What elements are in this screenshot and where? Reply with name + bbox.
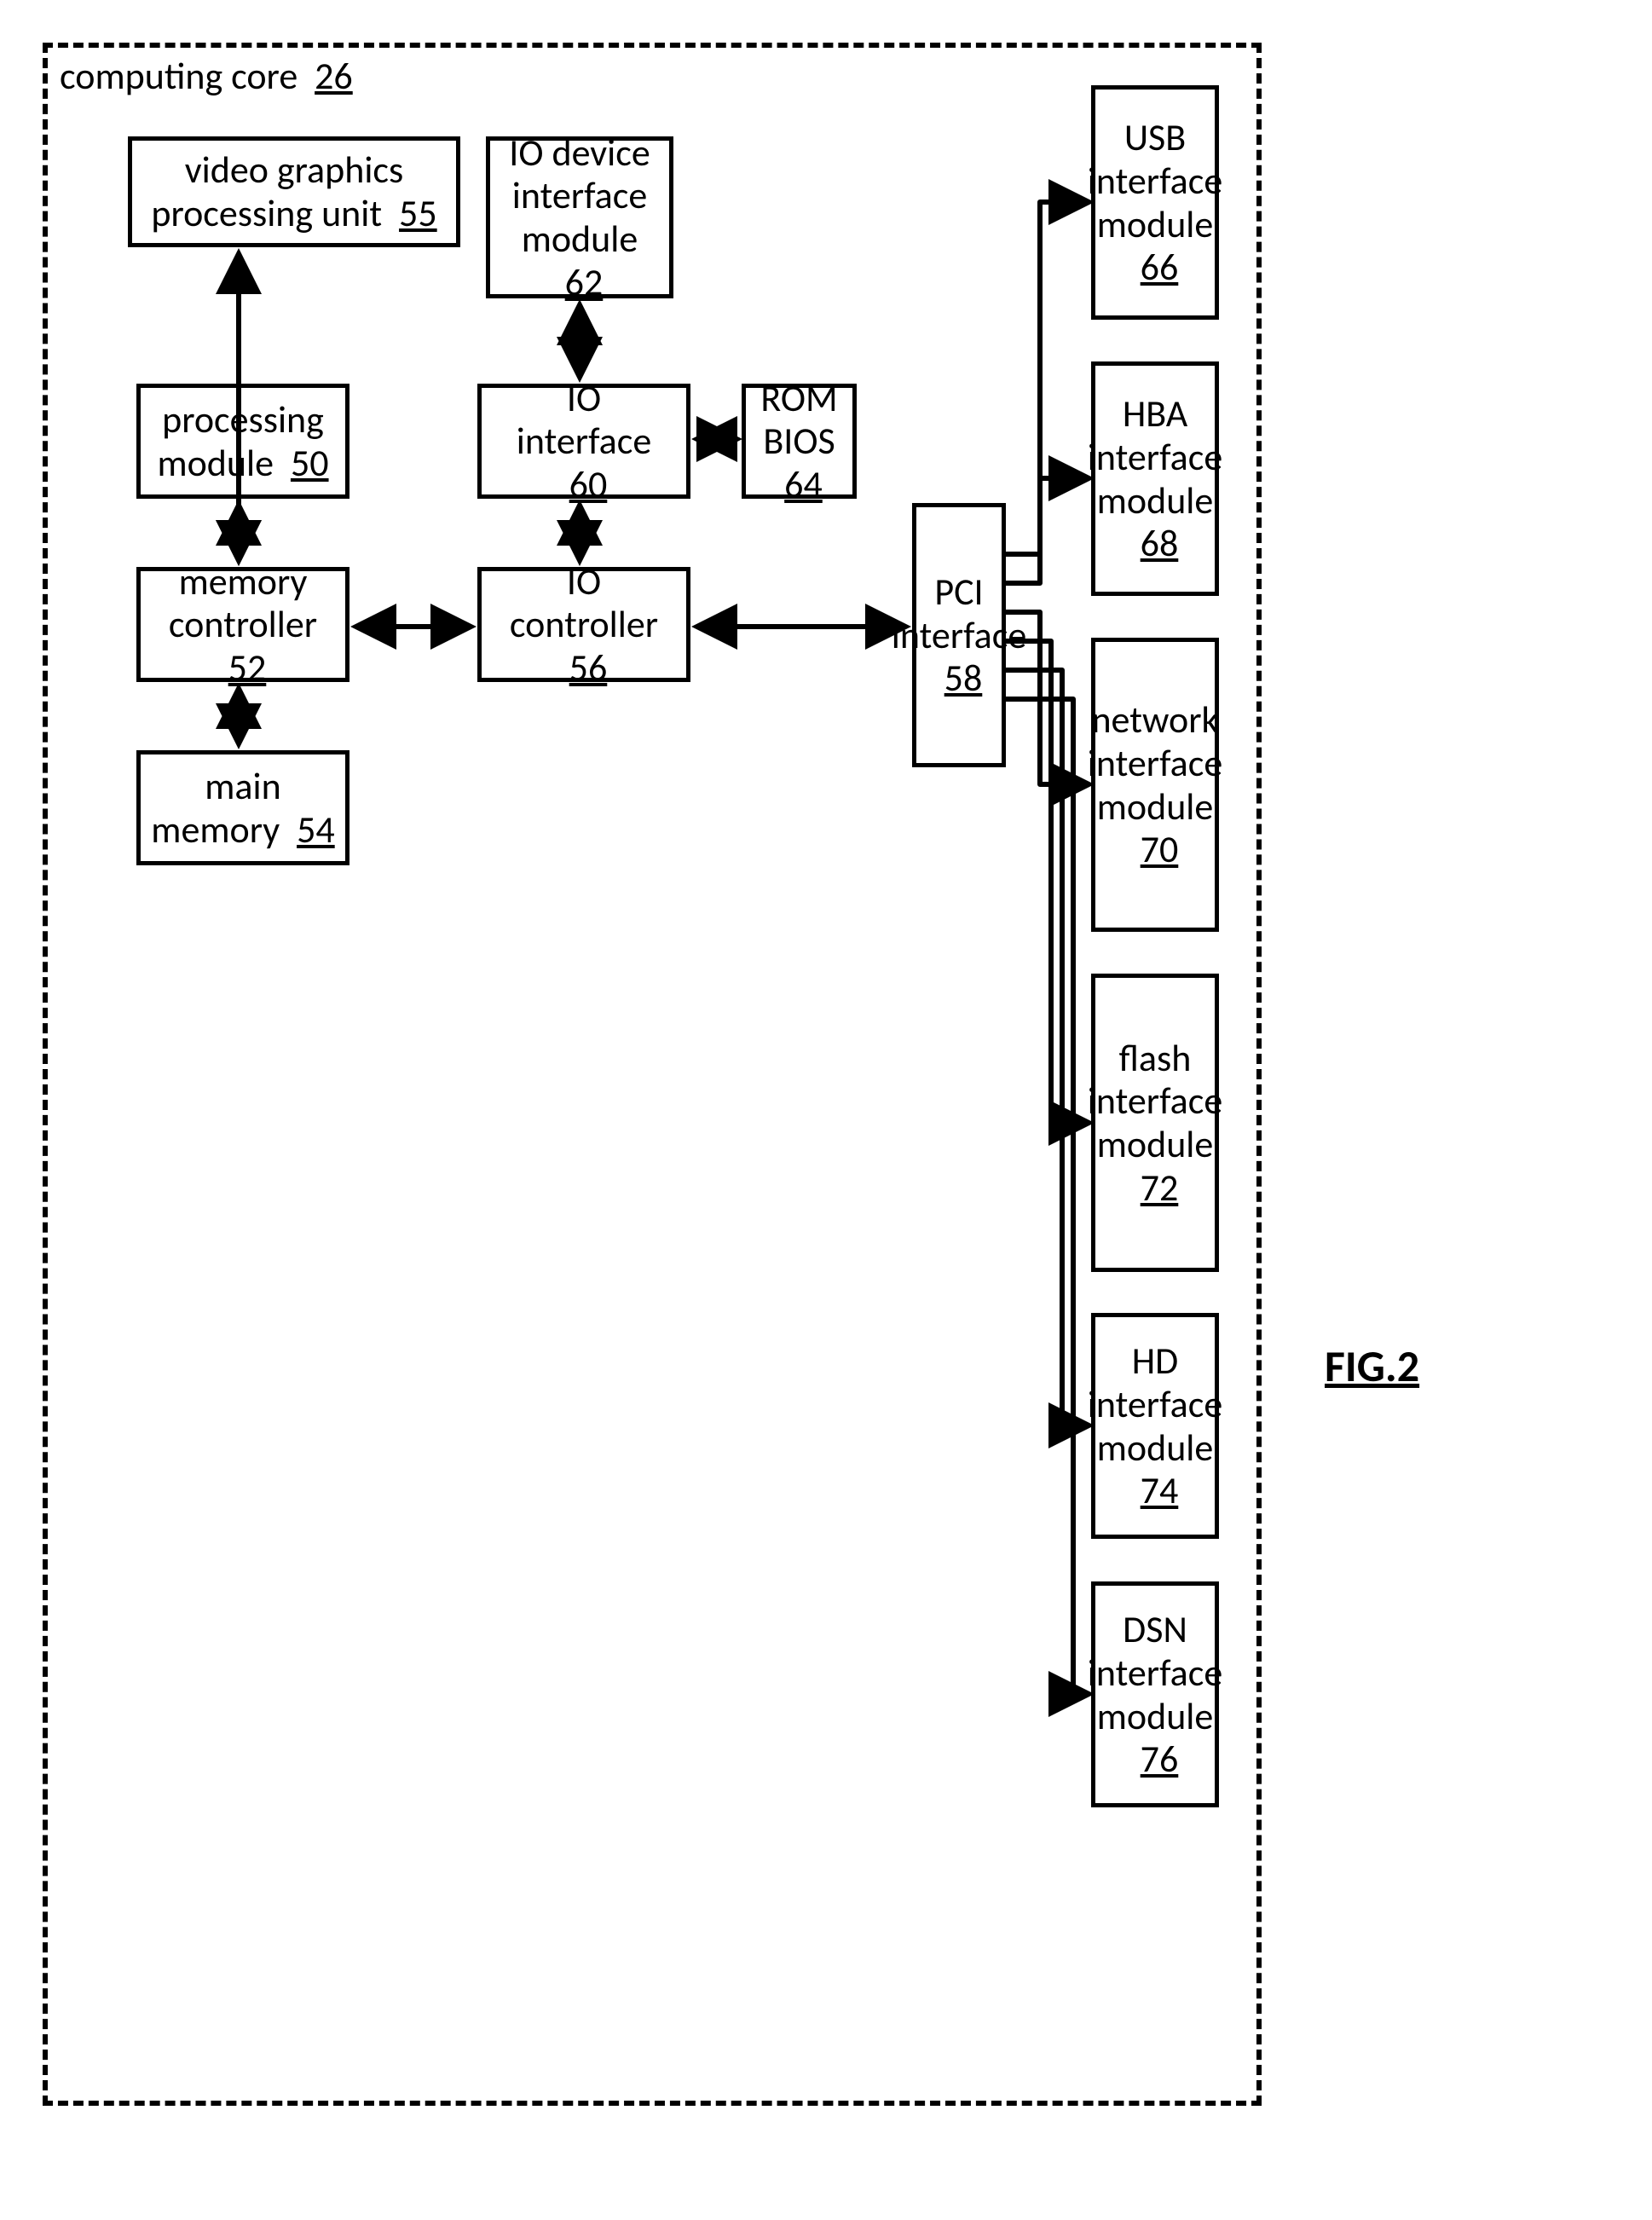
ioi-line2: interface	[517, 418, 651, 464]
video-graphics-processing-unit: video graphics processing unit 55	[128, 136, 460, 247]
dsn-interface-module: DSN interface module 76	[1091, 1581, 1219, 1807]
processing-module: processing module 50	[136, 384, 349, 499]
rom-line1: ROM	[760, 377, 837, 420]
fl-ref: 72	[1141, 1165, 1179, 1211]
pm-ref: 50	[291, 440, 329, 486]
mm-line1: main	[205, 765, 280, 808]
hba-line2: module	[1097, 477, 1214, 523]
net-line2: module	[1097, 783, 1214, 830]
iod-ref: 62	[565, 259, 604, 305]
hba-ref: 68	[1141, 520, 1179, 566]
rom-ref: 64	[784, 461, 823, 507]
network-interface-module: network interface module 70	[1091, 638, 1219, 932]
iod-line3: module	[522, 216, 638, 262]
mc-ref: 52	[228, 645, 267, 691]
ioc-line2: controller	[510, 601, 658, 647]
flash-interface-module: flash interface module 72	[1091, 974, 1219, 1272]
hd-line2: module	[1097, 1425, 1214, 1471]
pm-line2: module	[157, 440, 274, 486]
dsn-line1: DSN interface	[1088, 1608, 1222, 1694]
mc-line2: controller	[169, 601, 317, 647]
fl-line1: flash	[1119, 1037, 1192, 1080]
io-interface: IO interface 60	[477, 384, 690, 499]
vg-line2: processing unit	[151, 190, 382, 236]
frame-label-ref: 26	[315, 53, 353, 99]
pci-interface: PCI interface 58	[912, 503, 1006, 767]
rom-bios: ROM BIOS 64	[742, 384, 857, 499]
hba-line1: HBA interface	[1088, 392, 1222, 478]
iod-line2: interface	[512, 174, 647, 217]
mm-ref: 54	[297, 806, 335, 853]
pm-line1: processing	[162, 398, 324, 442]
net-line1: network interface	[1088, 698, 1222, 784]
main-memory: main memory 54	[136, 750, 349, 865]
ioc-ref: 56	[569, 645, 608, 691]
hd-line1: HD interface	[1088, 1339, 1222, 1425]
pci-ref: 58	[944, 655, 983, 701]
pci-line1: PCI interface	[892, 569, 1026, 658]
figure-label: FIG.2	[1325, 1338, 1419, 1393]
ioc-line1: IO	[567, 560, 601, 604]
rom-line2: BIOS	[763, 418, 835, 464]
computing-core-frame	[43, 43, 1262, 2106]
usb-line2: module	[1097, 201, 1214, 247]
computing-core-label: computing core 26	[60, 53, 353, 99]
vg-ref: 55	[399, 190, 437, 236]
vg-line1: video graphics	[185, 148, 404, 192]
net-ref: 70	[1141, 826, 1179, 872]
usb-interface-module: USB interface module 66	[1091, 85, 1219, 320]
dsn-ref: 76	[1141, 1736, 1179, 1782]
memory-controller: memory controller 52	[136, 567, 349, 682]
iod-line1: IO device	[509, 131, 650, 175]
dsn-line2: module	[1097, 1693, 1214, 1739]
usb-line1: USB interface	[1088, 116, 1222, 202]
usb-ref: 66	[1141, 244, 1179, 290]
ioi-ref: 60	[569, 461, 608, 507]
mm-line2: memory	[151, 806, 280, 853]
hd-interface-module: HD interface module 74	[1091, 1313, 1219, 1539]
fl-line2: interface module	[1088, 1078, 1222, 1167]
hd-ref: 74	[1141, 1467, 1179, 1513]
io-device-interface-module: IO device interface module 62	[486, 136, 673, 298]
io-controller: IO controller 56	[477, 567, 690, 682]
frame-label-text: computing core	[60, 53, 297, 99]
hba-interface-module: HBA interface module 68	[1091, 361, 1219, 596]
mc-line1: memory	[179, 560, 308, 604]
ioi-line1: IO	[567, 377, 601, 420]
